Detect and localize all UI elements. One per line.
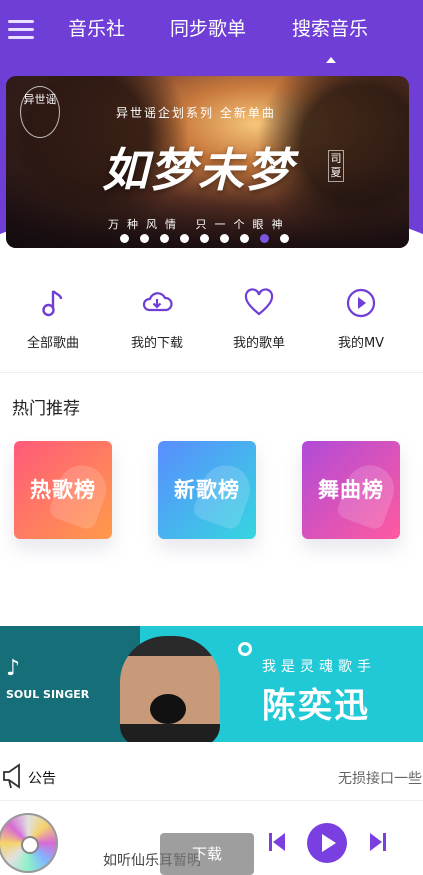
divider bbox=[0, 372, 423, 373]
entry-my-downloads[interactable]: 我的下载 bbox=[112, 286, 202, 351]
pagination-dot[interactable] bbox=[140, 234, 149, 243]
next-icon[interactable] bbox=[369, 831, 387, 853]
heart-icon bbox=[244, 288, 274, 316]
entry-label: 我的歌单 bbox=[232, 336, 285, 351]
pagination-dot[interactable] bbox=[260, 234, 269, 243]
pagination-dot[interactable] bbox=[160, 234, 169, 243]
notice-title: 公告 bbox=[28, 771, 56, 787]
pagination-dot[interactable] bbox=[120, 234, 129, 243]
top-tabs: 音乐社 同步歌单 搜索音乐 bbox=[66, 16, 423, 46]
mini-player: 如听仙乐耳暂明 下载 bbox=[0, 800, 423, 875]
pagination-dot[interactable] bbox=[280, 234, 289, 243]
pagination-dot[interactable] bbox=[240, 234, 249, 243]
cloud-download-icon bbox=[142, 292, 173, 312]
banner-artist: 司夏 bbox=[328, 150, 344, 182]
previous-icon[interactable] bbox=[268, 831, 286, 853]
pagination-dot[interactable] bbox=[200, 234, 209, 243]
chart-label: 新歌榜 bbox=[174, 478, 240, 502]
banner-logo: 异世谣 bbox=[20, 86, 60, 138]
entry-my-mv[interactable]: 我的MV bbox=[316, 286, 406, 351]
music-note-icon bbox=[42, 290, 63, 317]
section-title: 热门推荐 bbox=[12, 399, 80, 419]
banner-left-panel bbox=[0, 626, 140, 742]
chart-dance-songs[interactable]: 舞曲榜 bbox=[302, 441, 400, 539]
pagination-dot[interactable] bbox=[180, 234, 189, 243]
entry-label: 我的MV bbox=[337, 336, 385, 351]
singer-portrait bbox=[120, 636, 220, 742]
entry-my-playlists[interactable]: 我的歌单 bbox=[214, 286, 304, 351]
notice-bar[interactable]: 公告 无损接口一些 bbox=[0, 760, 423, 798]
music-note-icon: ♪ bbox=[6, 656, 21, 681]
banner-subtitle: 异世谣企划系列 全新单曲 bbox=[116, 106, 276, 120]
menu-icon[interactable] bbox=[8, 16, 34, 42]
chart-new-songs[interactable]: 新歌榜 bbox=[158, 441, 256, 539]
singer-banner[interactable]: ♪ SOUL SINGER 我是灵魂歌手 陈奕迅 bbox=[0, 626, 423, 742]
notice-text: 无损接口一些 bbox=[338, 771, 422, 787]
album-disc[interactable] bbox=[0, 813, 58, 873]
play-button[interactable] bbox=[307, 823, 347, 863]
tab-music-community[interactable]: 音乐社 bbox=[68, 16, 125, 42]
entry-label: 我的下载 bbox=[130, 336, 183, 351]
tab-sync-playlist[interactable]: 同步歌单 bbox=[170, 16, 246, 42]
toast-message: 下载 bbox=[160, 833, 254, 875]
chart-hot-songs[interactable]: 热歌榜 bbox=[14, 441, 112, 539]
banner-slogan: 我是灵魂歌手 bbox=[262, 659, 376, 675]
active-tab-indicator bbox=[326, 57, 336, 63]
banner-singer-en: SOUL SINGER bbox=[6, 688, 90, 701]
entry-label: 全部歌曲 bbox=[26, 336, 79, 351]
quick-entries: 全部歌曲 我的下载 我的歌单 我的MV bbox=[0, 286, 423, 356]
banner-title: 如梦未梦 bbox=[102, 143, 294, 197]
tab-search-music[interactable]: 搜索音乐 bbox=[292, 16, 368, 42]
entry-all-songs[interactable]: 全部歌曲 bbox=[8, 286, 98, 351]
ring-decoration bbox=[238, 642, 252, 656]
megaphone-icon bbox=[3, 763, 20, 789]
singer-name: 陈奕迅 bbox=[262, 686, 370, 726]
chart-label: 热歌榜 bbox=[30, 478, 96, 502]
microphone-icon bbox=[150, 694, 186, 724]
pagination-dot[interactable] bbox=[220, 234, 229, 243]
play-circle-icon bbox=[346, 288, 376, 318]
chart-label: 舞曲榜 bbox=[318, 478, 384, 502]
promo-banner[interactable]: 异世谣 异世谣企划系列 全新单曲 如梦未梦 司夏 万种风情 只一个眼神 bbox=[6, 76, 409, 248]
banner-caption: 万种风情 只一个眼神 bbox=[108, 218, 291, 231]
